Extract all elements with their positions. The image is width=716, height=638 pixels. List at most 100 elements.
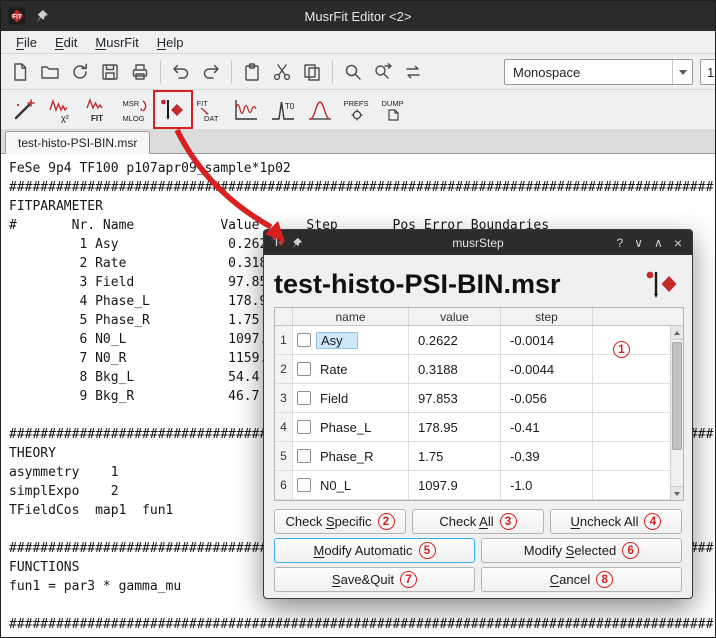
new-file-button[interactable] (6, 58, 34, 86)
dump-button[interactable]: DUMP (377, 93, 411, 127)
font-family-select[interactable]: Monospace (504, 59, 693, 85)
print-button[interactable] (126, 58, 154, 86)
param-name-cell[interactable]: N0_L (293, 471, 409, 500)
param-name-cell[interactable]: Rate (293, 355, 409, 384)
chevron-up-icon (674, 331, 680, 335)
shade-button[interactable]: ∨ (634, 236, 643, 250)
row-checkbox[interactable] (297, 333, 311, 347)
modify-automatic-button[interactable]: Modify Automatic 5 (274, 538, 475, 563)
musrstep-logo-icon (644, 268, 680, 300)
param-value-cell[interactable]: 178.95 (409, 413, 501, 442)
param-value-cell[interactable]: 1097.9 (409, 471, 501, 500)
table-scrollbar[interactable] (670, 326, 683, 500)
uncheck-all-button[interactable]: Uncheck All 4 (550, 509, 682, 534)
dialog-titlebar[interactable]: musrStep ? ∨ ∧ × (264, 230, 692, 255)
param-value-cell[interactable]: 1.75 (409, 442, 501, 471)
redo-button[interactable] (197, 58, 225, 86)
musrft-button[interactable] (303, 93, 337, 127)
row-checkbox[interactable] (297, 478, 311, 492)
musrt0-button[interactable]: T0 (266, 93, 300, 127)
tab-msr-file[interactable]: test-histo-PSI-BIN.msr (5, 131, 150, 154)
prefs-gear-icon: PREFS (342, 97, 372, 123)
dialog-heading-row: test-histo-PSI-BIN.msr (274, 261, 682, 307)
menu-edit[interactable]: Edit (46, 33, 86, 52)
param-name-cell[interactable]: Field (293, 384, 409, 413)
menu-file[interactable]: File (7, 33, 46, 52)
find-next-button[interactable] (369, 58, 397, 86)
musrview-wave-icon (233, 97, 259, 123)
paste-button[interactable] (238, 58, 266, 86)
table-row[interactable]: 5 Phase_R 1.75 -0.39 (275, 442, 683, 471)
menu-help[interactable]: Help (148, 33, 193, 52)
tab-bar: test-histo-PSI-BIN.msr (1, 130, 715, 154)
window-titlebar[interactable]: FIT MusrFit Editor <2> (1, 1, 715, 31)
param-name-cell[interactable]: Phase_L (293, 413, 409, 442)
scroll-up-arrow[interactable] (671, 326, 683, 340)
unshade-button[interactable]: ∧ (654, 236, 663, 250)
row-checkbox[interactable] (297, 420, 311, 434)
prefs-button[interactable]: PREFS (340, 93, 374, 127)
reload-button[interactable] (66, 58, 94, 86)
param-step-cell[interactable]: -0.056 (501, 384, 593, 413)
fit-spectrum-icon: FIT (85, 97, 111, 123)
help-button[interactable]: ? (617, 236, 624, 250)
pin-icon[interactable] (291, 237, 303, 249)
msr2dat-button[interactable]: FITDAT (192, 93, 226, 127)
musrfit-chi2-button[interactable]: χ² (44, 93, 78, 127)
open-file-button[interactable] (36, 58, 64, 86)
header-value[interactable]: value (409, 308, 501, 325)
cancel-button[interactable]: Cancel 8 (481, 567, 682, 592)
musrview-button[interactable] (229, 93, 263, 127)
cut-button[interactable] (268, 58, 296, 86)
check-specific-button[interactable]: Check Specific 2 (274, 509, 406, 534)
app-icon: FIT (8, 7, 26, 25)
svg-text:χ²: χ² (61, 113, 69, 123)
param-step-cell[interactable]: -1.0 (501, 471, 593, 500)
param-step-cell[interactable]: -0.39 (501, 442, 593, 471)
chi2-fit-icon: χ² (48, 97, 74, 123)
param-name-cell[interactable]: Asy (293, 326, 409, 355)
header-step[interactable]: step (501, 308, 593, 325)
editor-line: ########################################… (9, 615, 715, 634)
row-checkbox[interactable] (297, 449, 311, 463)
modify-selected-button[interactable]: Modify Selected 6 (481, 538, 682, 563)
swap-msr-mlog-button[interactable]: MSRMLOG (118, 93, 152, 127)
paste-icon (242, 62, 262, 82)
param-step-cell[interactable]: -0.41 (501, 413, 593, 442)
replace-button[interactable] (399, 58, 427, 86)
replace-icon (403, 62, 423, 82)
scroll-down-arrow[interactable] (671, 486, 683, 500)
table-row[interactable]: 2 Rate 0.3188 -0.0044 (275, 355, 683, 384)
table-row[interactable]: 6 N0_L 1097.9 -1.0 (275, 471, 683, 500)
header-name[interactable]: name (293, 308, 409, 325)
combo-arrow[interactable] (672, 60, 692, 84)
font-size-stepper[interactable]: 12 (700, 59, 716, 85)
search-button[interactable] (339, 58, 367, 86)
copy-button[interactable] (298, 58, 326, 86)
musrfit-editor-window: FIT MusrFit Editor <2> File Edit MusrFit… (0, 0, 716, 638)
musrwiz-button[interactable] (7, 93, 41, 127)
save-button[interactable] (96, 58, 124, 86)
param-name-cell[interactable]: Phase_R (293, 442, 409, 471)
font-size-value: 12 (701, 65, 716, 80)
dialog-heading: test-histo-PSI-BIN.msr (274, 269, 561, 300)
save-quit-button[interactable]: Save&Quit 7 (274, 567, 475, 592)
param-step-cell[interactable]: -0.0014 (501, 326, 593, 355)
table-row[interactable]: 3 Field 97.853 -0.056 (275, 384, 683, 413)
table-row[interactable]: 4 Phase_L 178.95 -0.41 (275, 413, 683, 442)
param-value-cell[interactable]: 0.2622 (409, 326, 501, 355)
param-value-cell[interactable]: 97.853 (409, 384, 501, 413)
annotation-badge-8: 8 (596, 571, 613, 588)
row-checkbox[interactable] (297, 391, 311, 405)
scrollbar-thumb[interactable] (672, 342, 682, 450)
fit-dat-icon: FITDAT (195, 97, 223, 123)
row-checkbox[interactable] (297, 362, 311, 376)
undo-button[interactable] (167, 58, 195, 86)
param-step-cell[interactable]: -0.0044 (501, 355, 593, 384)
param-value-cell[interactable]: 0.3188 (409, 355, 501, 384)
pin-icon[interactable] (35, 9, 49, 23)
musrfit-fit-button[interactable]: FIT (81, 93, 115, 127)
close-button[interactable]: × (674, 235, 682, 251)
check-all-button[interactable]: Check All 3 (412, 509, 544, 534)
menu-musrfit[interactable]: MusrFit (86, 33, 147, 52)
